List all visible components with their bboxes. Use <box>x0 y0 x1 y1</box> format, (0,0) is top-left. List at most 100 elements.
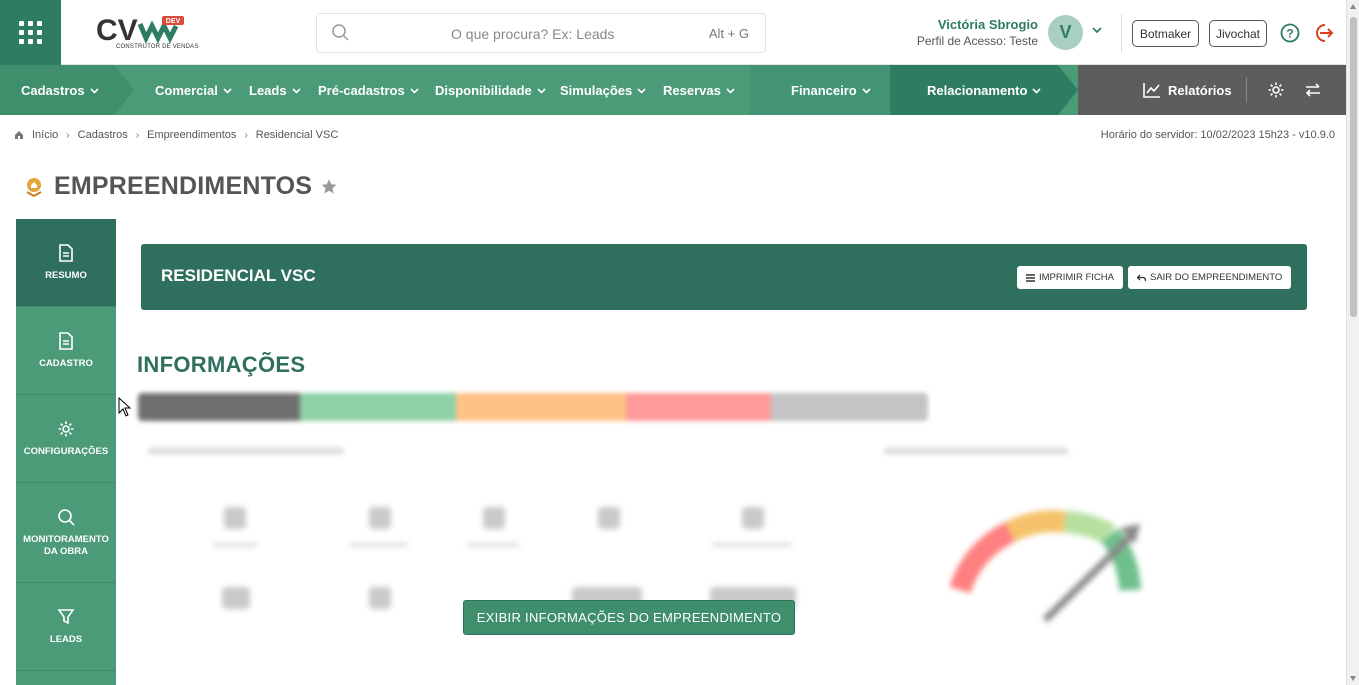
home-icon <box>15 131 23 139</box>
gear-icon <box>58 421 74 436</box>
nav-label: Financeiro <box>791 82 857 98</box>
scroll-thumb[interactable] <box>1350 17 1357 317</box>
jivochat-button[interactable]: Jivochat <box>1209 20 1267 47</box>
reply-icon <box>1137 274 1146 281</box>
main-nav: Cadastros Comercial Leads Pré-cadastros … <box>0 65 1359 115</box>
document-icon <box>59 243 73 262</box>
nav-label: Relatórios <box>1168 82 1232 98</box>
nav-item-reservas[interactable]: Reservas <box>663 65 735 115</box>
nav-item-pre-cadastros[interactable]: Pré-cadastros <box>318 65 419 115</box>
breadcrumb-separator: › <box>244 129 248 141</box>
sidebar-item-label: CADASTRO <box>39 357 93 369</box>
project-name: RESIDENCIAL VSC <box>161 266 316 285</box>
chevron-down-icon <box>223 87 232 94</box>
grid-icon <box>19 21 42 44</box>
sidebar-item-label: MONITORAMENTO DA OBRA <box>23 533 109 557</box>
sidebar-item-resumo[interactable]: RESUMO <box>16 219 116 307</box>
print-button-label: IMPRIMIR FICHA <box>1039 272 1114 283</box>
blurred-stat <box>369 507 391 529</box>
breadcrumb-item[interactable]: Empreendimentos <box>147 129 236 141</box>
user-profile: Perfil de Acesso: Teste <box>916 34 1038 48</box>
nav-item-comercial[interactable]: Comercial <box>155 65 232 115</box>
gear-icon[interactable] <box>1267 81 1285 99</box>
legend-segment <box>771 393 928 421</box>
server-time: Horário do servidor: 10/02/2023 15h23 - … <box>1100 129 1335 141</box>
nav-item-financeiro[interactable]: Financeiro <box>791 65 871 115</box>
nav-label: Reservas <box>663 82 721 98</box>
legend-segment <box>138 393 300 421</box>
nav-label: Comercial <box>155 82 218 98</box>
page-title: EMPREENDIMENTOS <box>22 172 338 201</box>
list-icon <box>1026 273 1035 282</box>
star-icon[interactable] <box>320 178 338 196</box>
user-name[interactable]: Victória Sbrogio <box>938 17 1038 32</box>
avatar[interactable]: V <box>1048 15 1083 50</box>
logo-text: CV <box>96 14 138 46</box>
chevron-down-icon <box>1032 87 1041 94</box>
legend-segment <box>456 393 626 421</box>
nav-item-leads[interactable]: Leads <box>249 65 301 115</box>
breadcrumb-item[interactable]: Início <box>32 129 58 141</box>
blurred-heading <box>884 448 1068 454</box>
breadcrumb-separator: › <box>66 129 70 141</box>
nav-item-relacionamento[interactable]: Relacionamento <box>927 65 1041 115</box>
search-icon <box>332 24 349 41</box>
help-icon[interactable]: ? <box>1280 23 1300 43</box>
chevron-down-icon <box>637 87 646 94</box>
nav-label: Relacionamento <box>927 82 1028 98</box>
filter-icon <box>57 608 75 624</box>
apps-menu-button[interactable] <box>0 0 61 65</box>
chevron-down-icon <box>862 87 871 94</box>
search-placeholder: O que procura? Ex: Leads <box>451 26 615 42</box>
nav-item-simulacoes[interactable]: Simulações <box>560 65 646 115</box>
swap-icon[interactable] <box>1304 82 1322 98</box>
info-title: INFORMAÇÕES <box>137 352 306 377</box>
blurred-heading <box>148 448 344 454</box>
chevron-down-icon <box>726 87 735 94</box>
nav-item-relatorios[interactable]: Relatórios <box>1143 65 1232 115</box>
blurred-stat <box>369 587 391 609</box>
exit-project-button[interactable]: SAIR DO EMPREENDIMENTO <box>1128 266 1292 289</box>
chart-line-icon <box>1143 83 1160 98</box>
svg-text:?: ? <box>1286 27 1293 41</box>
search-icon <box>58 508 75 526</box>
blurred-stat <box>483 507 505 529</box>
divider <box>1121 14 1122 52</box>
nav-item-cadastros[interactable]: Cadastros <box>21 65 99 115</box>
nav-label: Simulações <box>560 82 633 98</box>
chevron-down-icon[interactable] <box>1091 24 1103 36</box>
blurred-stat <box>222 587 250 609</box>
sidebar-item-monitoramento[interactable]: MONITORAMENTO DA OBRA <box>16 483 116 583</box>
nav-label: Leads <box>249 82 287 98</box>
logout-icon[interactable] <box>1312 22 1334 44</box>
nav-label: Disponibilidade <box>435 82 532 98</box>
show-project-info-button[interactable]: EXIBIR INFORMAÇÕES DO EMPREENDIMENTO <box>463 600 795 635</box>
scroll-down-icon[interactable] <box>1350 676 1356 681</box>
botmaker-button[interactable]: Botmaker <box>1132 20 1199 47</box>
sidebar: RESUMO CADASTRO CONFIGURAÇÕES MONITORAME… <box>16 219 116 685</box>
nav-label: Pré-cadastros <box>318 82 405 98</box>
breadcrumb-item[interactable]: Cadastros <box>78 129 128 141</box>
blurred-stat <box>598 507 620 529</box>
sidebar-item-configuracoes[interactable]: CONFIGURAÇÕES <box>16 395 116 483</box>
chevron-down-icon <box>410 87 419 94</box>
sidebar-item-cadastro[interactable]: CADASTRO <box>16 307 116 395</box>
scroll-up-icon[interactable] <box>1350 4 1356 9</box>
search-shortcut: Alt + G <box>708 26 749 41</box>
chevron-down-icon <box>90 87 99 94</box>
sidebar-item-leads[interactable]: LEADS <box>16 583 116 671</box>
blurred-caption <box>712 543 792 547</box>
breadcrumb: Início › Cadastros › Empreendimentos › R… <box>14 129 338 141</box>
status-legend <box>138 393 928 421</box>
print-button[interactable]: IMPRIMIR FICHA <box>1017 266 1123 289</box>
legend-segment <box>626 393 771 421</box>
sidebar-item-label: LEADS <box>49 633 83 645</box>
project-header: RESIDENCIAL VSC IMPRIMIR FICHA SAIR DO E… <box>141 244 1307 310</box>
blurred-caption <box>467 543 519 547</box>
scrollbar[interactable] <box>1346 0 1359 685</box>
chevron-down-icon <box>537 87 546 94</box>
search-input[interactable]: O que procura? Ex: Leads Alt + G <box>316 13 766 53</box>
nav-item-disponibilidade[interactable]: Disponibilidade <box>435 65 546 115</box>
building-icon <box>26 177 42 197</box>
gauge-chart <box>950 510 1141 623</box>
